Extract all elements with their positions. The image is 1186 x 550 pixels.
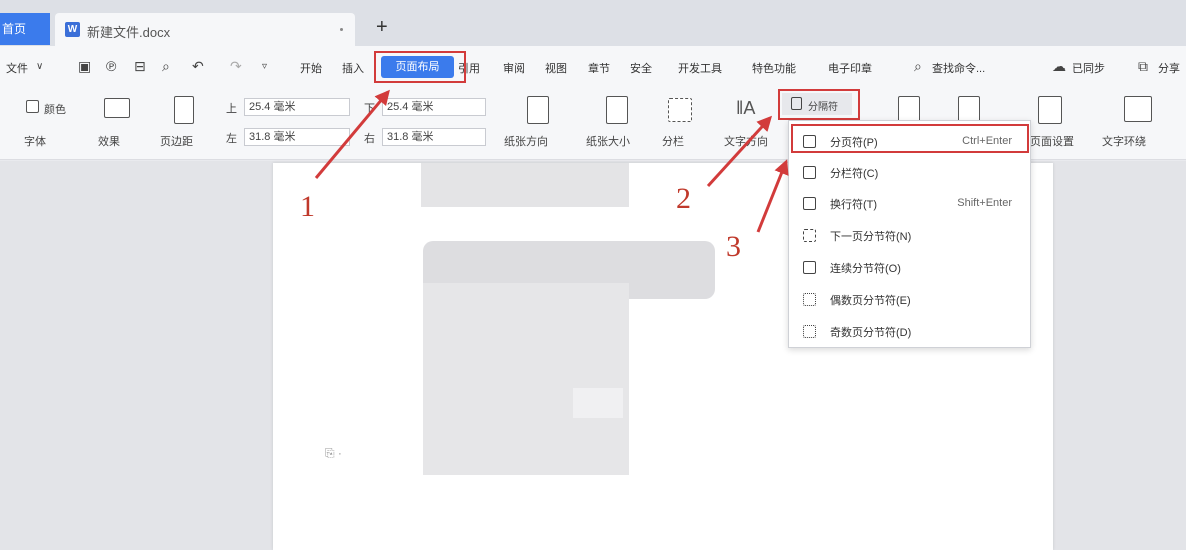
arrow-2 — [706, 115, 773, 188]
annotation-arrows — [314, 89, 789, 233]
annotation-number: 2 — [676, 182, 691, 215]
arrow-1 — [314, 89, 390, 179]
annotation-number: 3 — [726, 230, 741, 263]
annotation-number: 1 — [300, 190, 315, 223]
arrow-3 — [756, 159, 789, 233]
